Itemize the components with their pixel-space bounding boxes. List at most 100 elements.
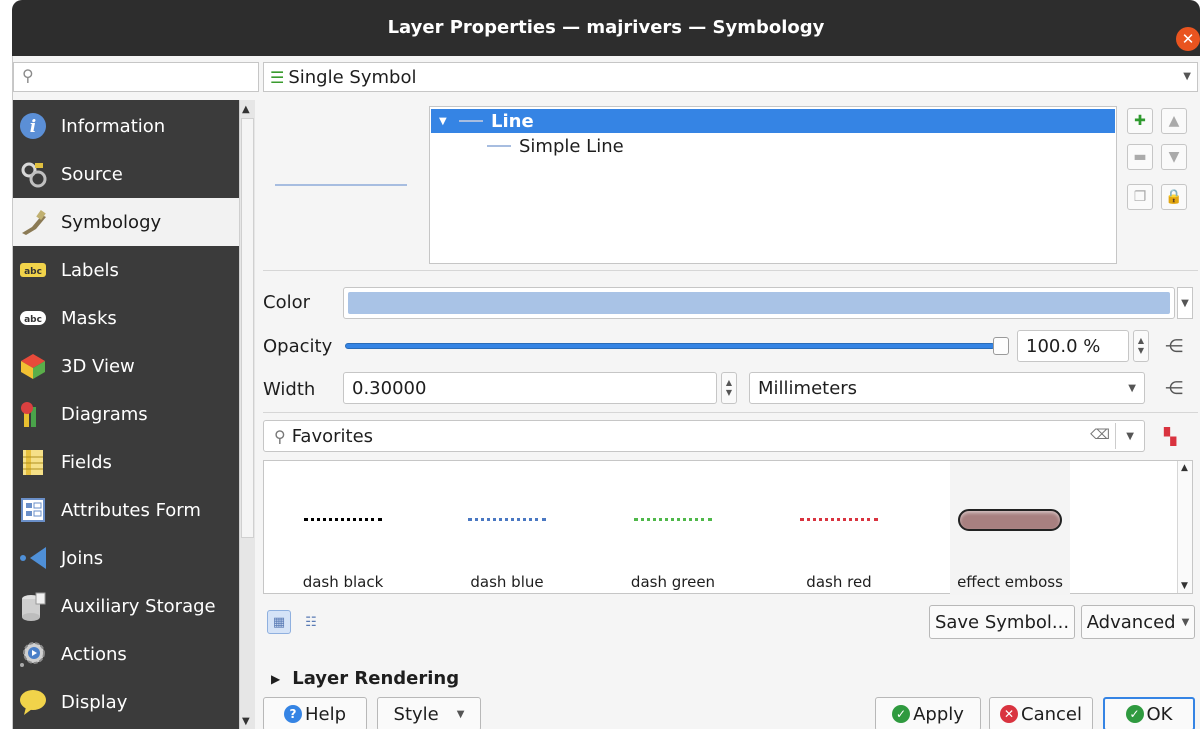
sidebar-item-labels[interactable]: abc Labels [13,246,239,294]
sidebar-item-display[interactable]: Display [13,678,239,726]
svg-text:abc: abc [24,267,42,277]
sidebar-item-fields[interactable]: Fields [13,438,239,486]
auxiliary-storage-icon [17,590,49,622]
tree-row-simple-line[interactable]: Simple Line [431,134,1115,158]
sidebar-item-diagrams[interactable]: Diagrams [13,390,239,438]
add-symbol-layer-button[interactable]: ✚ [1127,108,1153,134]
scroll-up-icon[interactable]: ▲ [242,104,250,115]
sidebar-item-label: Source [61,163,123,185]
window-titlebar: Layer Properties — majrivers — Symbology… [12,0,1200,56]
scroll-down-icon[interactable]: ▼ [1181,581,1188,591]
clear-icon[interactable]: ⌫ [1090,427,1110,443]
sidebar-item-label: Symbology [61,211,162,233]
divider [263,412,1198,413]
svg-text:abc: abc [24,315,42,325]
cancel-button[interactable]: ✕ Cancel [989,697,1093,729]
tree-row-label: Simple Line [519,135,624,157]
color-dropdown-button[interactable]: ▼ [1177,287,1193,319]
lock-button[interactable]: 🔒 [1161,184,1187,210]
apply-button[interactable]: ✓ Apply [875,697,981,729]
renderer-select[interactable]: ☰ Single Symbol ▼ [263,62,1198,92]
sidebar-item-source[interactable]: Source [13,150,239,198]
sidebar-item-attributes-form[interactable]: Attributes Form [13,486,239,534]
sidebar-item-auxiliary-storage[interactable]: Auxiliary Storage [13,582,239,630]
search-icon: ⚲ [274,426,286,446]
data-defined-override-icon[interactable]: ⋲ [1163,335,1185,357]
sidebar-search-input[interactable]: ⚲ [13,62,259,92]
style-manager-icon[interactable]: ▚ [1159,425,1181,447]
unit-value: Millimeters [758,377,858,399]
sidebar-item-joins[interactable]: Joins [13,534,239,582]
list-view-toggle[interactable]: ☷ [299,610,323,634]
data-defined-override-icon[interactable]: ⋲ [1163,377,1185,399]
move-down-button[interactable]: ▼ [1161,144,1187,170]
lock-icon: 🔒 [1165,189,1183,205]
dash-line-swatch [800,518,878,521]
remove-symbol-layer-button[interactable]: ▬ [1127,144,1153,170]
help-button[interactable]: ? Help [263,697,367,729]
tree-row-label: Line [491,110,534,132]
sidebar-item-symbology[interactable]: Symbology [13,198,239,246]
layer-rendering-section[interactable]: ▶ Layer Rendering [269,668,459,689]
expand-arrow-icon[interactable]: ▼ [439,116,459,127]
icon-view-toggle[interactable]: ▦ [267,610,291,634]
opacity-slider[interactable] [345,343,995,349]
color-button[interactable] [343,287,1175,319]
scroll-up-icon[interactable]: ▲ [1181,463,1188,473]
chevron-down-icon: ▼ [456,708,465,720]
symbol-library-search[interactable]: ⚲ Favorites ⌫ ▼ [263,420,1145,452]
ok-button[interactable]: ✓ OK [1103,697,1195,729]
opacity-spinbox[interactable]: 100.0 % [1017,330,1129,362]
sidebar-item-masks[interactable]: abc Masks [13,294,239,342]
sidebar-item-3d-view[interactable]: 3D View [13,342,239,390]
move-up-button[interactable]: ▲ [1161,108,1187,134]
opacity-stepper[interactable]: ▲ ▼ [1133,330,1149,362]
symbol-item[interactable]: dash green [614,461,732,595]
close-button[interactable]: ✕ [1176,27,1200,51]
symbol-item[interactable]: dash red [780,461,898,595]
symbol-gallery: dash black dash blue dash green dash red… [263,460,1193,595]
fields-icon [17,446,49,478]
symbol-item[interactable]: effect emboss [950,461,1070,595]
scroll-down-icon[interactable]: ▼ [242,716,250,727]
chevron-down-icon[interactable]: ▼ [1126,431,1134,442]
sidebar-scrollbar[interactable]: ▲ ▼ [239,100,255,729]
divider [263,270,1198,271]
width-spinbox[interactable]: 0.30000 [343,372,717,404]
help-icon: ? [283,705,302,723]
check-icon: ✓ [1125,705,1144,723]
symbol-name: effect emboss [957,573,1063,591]
sidebar-item-information[interactable]: i Information [13,102,239,150]
width-stepper[interactable]: ▲ ▼ [721,372,737,404]
chevron-down-icon: ▼ [1183,71,1191,82]
symbol-item[interactable]: dash blue [448,461,566,595]
unit-select[interactable]: Millimeters ▼ [749,372,1145,404]
scrollbar-thumb[interactable] [241,118,254,538]
diagrams-icon [17,398,49,430]
dialog-body: ⚲ i Information Source Symbology abc Lab… [12,56,1200,729]
style-button[interactable]: Style ▼ [377,697,481,729]
gallery-scrollbar[interactable]: ▲ ▼ [1177,461,1192,593]
symbol-name: dash blue [470,573,544,591]
width-label: Width [263,379,316,400]
save-symbol-button[interactable]: Save Symbol... [929,605,1075,639]
dash-line-swatch [304,518,382,521]
tree-row-line[interactable]: ▼ Line [431,109,1115,133]
opacity-slider-handle[interactable] [993,337,1009,355]
attributes-form-icon [17,494,49,526]
symbol-item[interactable]: dash black [284,461,402,595]
list-icon: ☷ [305,614,317,630]
duplicate-icon: ❐ [1133,189,1147,205]
sidebar-item-label: Information [61,115,166,137]
sidebar-item-actions[interactable]: Actions [13,630,239,678]
symbol-layer-tree: ▼ Line Simple Line [429,106,1117,264]
renderer-selected: Single Symbol [288,66,417,88]
sidebar-item-label: Labels [61,259,119,281]
sidebar-item-label: Auxiliary Storage [61,595,216,617]
single-symbol-icon: ☰ [270,67,285,87]
advanced-button[interactable]: Advanced ▼ [1081,605,1195,639]
3d-view-icon [17,350,49,382]
sidebar-item-label: Actions [61,643,127,665]
duplicate-button[interactable]: ❐ [1127,184,1153,210]
arrow-up-icon: ▲ [1168,113,1180,129]
